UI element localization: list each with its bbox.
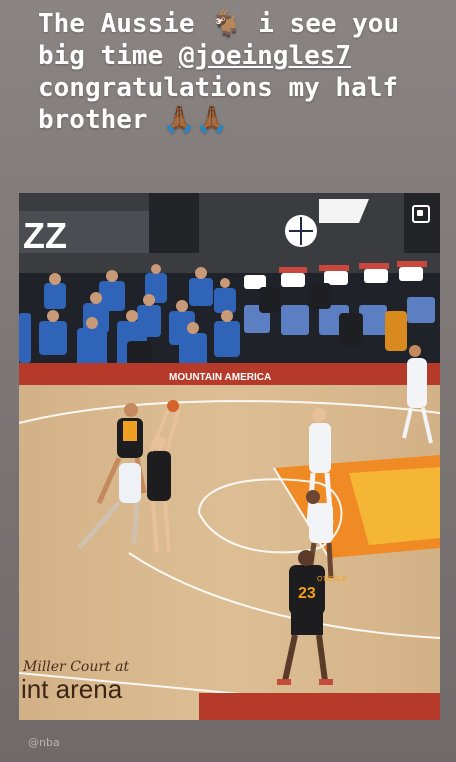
goat-emoji-icon: 🐐 (210, 9, 243, 39)
basketball-scene: ZZ MOUNTAIN AMERICA Miller Court at int … (19, 193, 440, 720)
caption-line-1: The Aussie 🐐 i see you (38, 8, 438, 40)
story-caption: The Aussie 🐐 i see you big time @joeingl… (38, 8, 438, 136)
caption-text: The Aussie (38, 9, 195, 39)
caption-line-3: congratulations my half (38, 73, 399, 103)
caption-line-2: big time @joeingles7 (38, 40, 438, 72)
court-text-large: int arena (21, 674, 123, 704)
mention-link[interactable]: @joeingles7 (179, 41, 351, 71)
game-photo[interactable]: ZZ MOUNTAIN AMERICA Miller Court at int … (19, 193, 440, 720)
caption-line-4: brother 🙏🏾🙏🏾 (38, 104, 438, 136)
sponsor-signage: MOUNTAIN AMERICA (169, 372, 271, 383)
jersey-name: O'NEALE (317, 576, 347, 583)
credit-label: @nba (28, 736, 60, 749)
praying-hands-emoji-icon: 🙏🏾🙏🏾 (163, 105, 228, 135)
caption-text: i see you (258, 9, 400, 39)
jersey-number: 23 (298, 585, 316, 602)
copy-icon[interactable] (412, 205, 430, 223)
caption-text: brother (38, 105, 148, 135)
court-text-small: Miller Court at (22, 659, 129, 675)
arena-signage: ZZ (23, 215, 67, 256)
caption-text: big time (38, 41, 164, 71)
